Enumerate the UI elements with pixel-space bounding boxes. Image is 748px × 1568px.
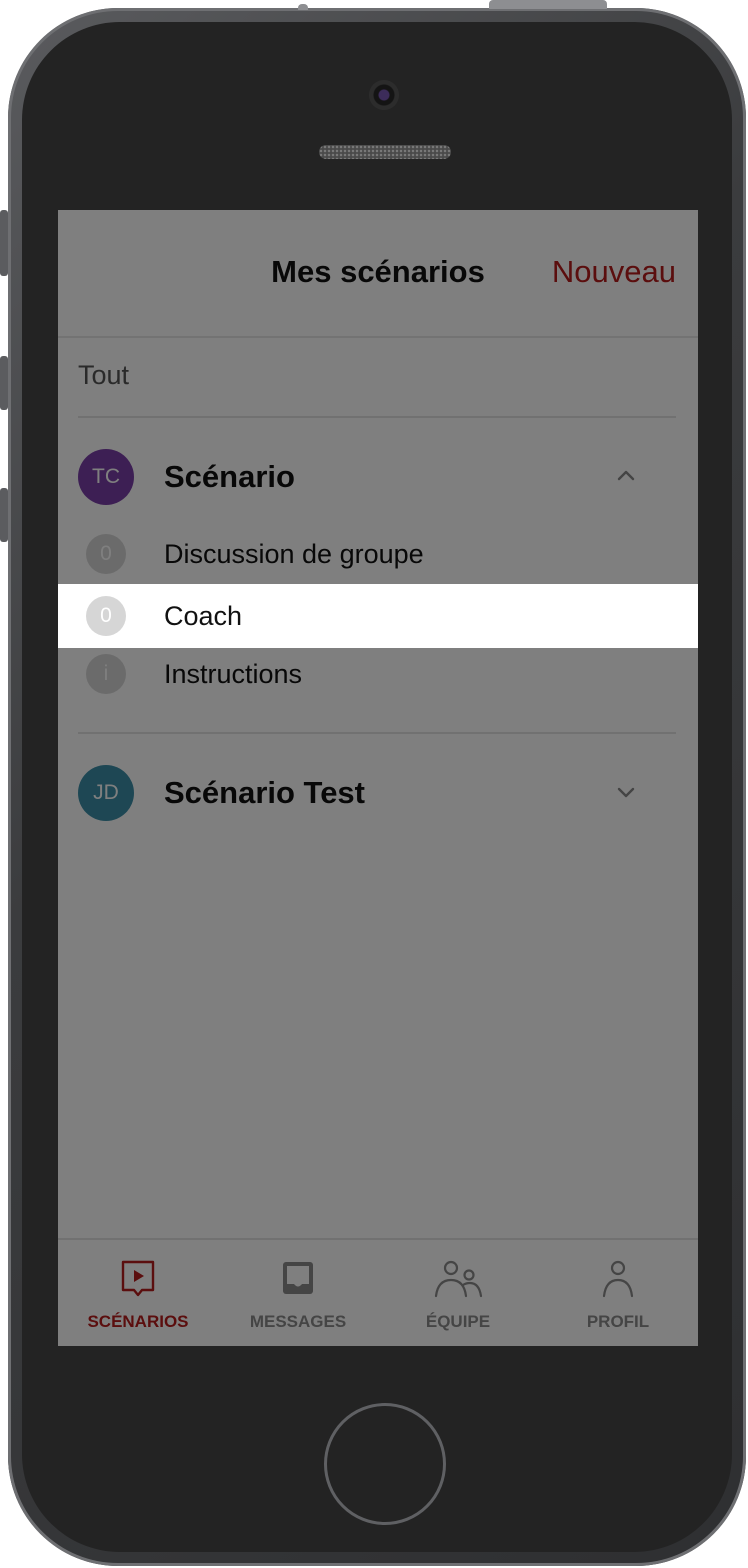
chevron-down-icon[interactable] xyxy=(616,782,636,802)
new-scenario-button[interactable]: Nouveau xyxy=(552,254,676,290)
group-name: Scénario xyxy=(164,459,295,494)
tab-label: MESSAGES xyxy=(249,1312,347,1331)
list-item-discussion-de-groupe[interactable]: 0 Discussion de groupe xyxy=(58,524,698,584)
inbox-icon xyxy=(283,1262,313,1294)
list-item-coach[interactable]: 0 Coach xyxy=(58,584,698,648)
team-icon xyxy=(434,1260,483,1298)
app-screen: Mes scénarios Nouveau Tout TC Scénario 0… xyxy=(58,210,698,1346)
front-camera xyxy=(369,80,399,110)
count-badge: 0 xyxy=(86,534,126,574)
earpiece-speaker xyxy=(319,145,451,159)
top-edge-detail xyxy=(298,4,308,10)
list-item-label: Coach xyxy=(164,601,243,631)
volume-up-button[interactable] xyxy=(0,356,8,410)
divider xyxy=(78,732,676,734)
scenario-play-icon xyxy=(121,1260,155,1297)
filter-all[interactable]: Tout xyxy=(78,360,129,391)
count-badge: 0 xyxy=(86,596,126,636)
profile-icon xyxy=(602,1260,634,1298)
avatar: TC xyxy=(78,449,134,505)
tab-label: PROFIL xyxy=(586,1312,650,1331)
tab-scenarios[interactable]: SCÉNARIOS xyxy=(58,1240,218,1346)
avatar: JD xyxy=(78,765,134,821)
scenario-test-group-header[interactable]: JD Scénario Test xyxy=(58,758,698,828)
nav-header: Mes scénarios Nouveau xyxy=(58,210,698,338)
list-item-label: Instructions xyxy=(164,659,303,689)
group-name: Scénario Test xyxy=(164,775,366,810)
list-item-label: Discussion de groupe xyxy=(164,539,424,569)
tab-label: ÉQUIPE xyxy=(425,1312,491,1331)
tab-equipe[interactable]: ÉQUIPE xyxy=(378,1240,538,1346)
tab-profil[interactable]: PROFIL xyxy=(538,1240,698,1346)
tab-messages[interactable]: MESSAGES xyxy=(218,1240,378,1346)
mute-switch[interactable] xyxy=(0,210,8,276)
scenario-group-header[interactable]: TC Scénario xyxy=(58,442,698,512)
list-item-instructions[interactable]: i Instructions xyxy=(58,644,698,704)
info-badge: i xyxy=(86,654,126,694)
tab-label: SCÉNARIOS xyxy=(87,1312,189,1331)
home-button[interactable] xyxy=(324,1403,446,1525)
tab-bar: SCÉNARIOS MESSAGES ÉQUIPE PROFIL xyxy=(58,1238,698,1346)
divider xyxy=(78,416,676,418)
volume-down-button[interactable] xyxy=(0,488,8,542)
power-button[interactable] xyxy=(489,0,607,9)
chevron-up-icon[interactable] xyxy=(616,466,636,486)
